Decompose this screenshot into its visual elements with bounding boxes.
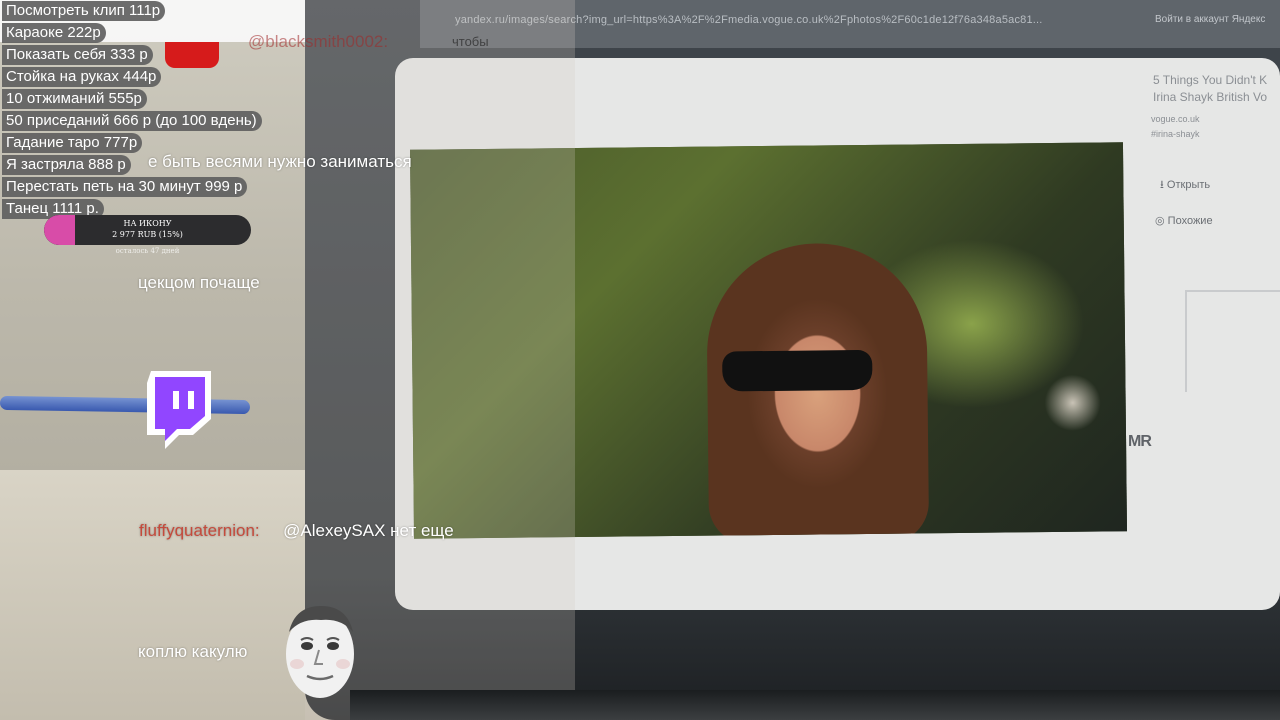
open-button: ⭳ Открыть: [1160, 179, 1211, 191]
chat-message: коплю какулю: [138, 642, 247, 662]
laptop-keyboard-edge: [350, 690, 1280, 720]
preview-title: 5 Things You Didn't K Irina Shayk Britis…: [1153, 73, 1268, 104]
red-badge: [165, 42, 219, 68]
reward-item: Гадание таро 777р: [2, 133, 143, 153]
chat-message: цекцом почаще: [138, 273, 260, 293]
twitch-glitch-icon: [147, 371, 211, 449]
chat-message-text: цекцом почаще: [138, 273, 260, 292]
chat-message-text: @AlexeySAX нет еще: [283, 521, 454, 540]
camera-background: yandex.ru/images/search?img_url=https%3A…: [0, 0, 1280, 720]
reward-item: Стойка на руках 444р: [2, 67, 162, 87]
reward-item: 50 приседаний 666 р (до 100 вдень): [2, 111, 262, 131]
preview-source: vogue.co.uk #irina-shayk: [1151, 114, 1200, 139]
faded-chat-username: @blacksmith0002:: [248, 32, 389, 51]
ad-logo: [1185, 290, 1280, 392]
chat-username: fluffyquaternion:: [139, 521, 260, 540]
download-icon: ⭳: [1160, 179, 1164, 191]
kappa-face-emote: [286, 606, 354, 698]
donation-text: НА ИКОНУ 2 977 RUB (15%): [44, 218, 251, 240]
reward-item: Показать себя 333 р: [2, 45, 153, 65]
reward-item: 10 отжиманий 555р: [2, 89, 147, 109]
camera-search-icon: ◎: [1155, 215, 1165, 227]
reward-item: Я застряла 888 р: [2, 155, 131, 175]
chat-message: fluffyquaternion: @AlexeySAX нет еще: [139, 521, 454, 541]
reward-item: Перестать петь на 30 минут 999 р: [2, 177, 248, 197]
brand-mark: MR: [1128, 433, 1152, 450]
donation-days-left: осталось 47 дней: [115, 247, 180, 255]
donation-amount: 2 977 RUB (15%): [112, 230, 183, 239]
photo-sunglasses: [722, 349, 873, 392]
faded-chat-word: чтобы: [452, 34, 489, 49]
faded-chat-message: е быть весями нужно заниматься: [148, 152, 412, 171]
donation-title: НА ИКОНУ: [123, 219, 172, 228]
reward-item: Посмотреть клип 111р: [2, 1, 166, 21]
reward-item: Караоке 222р: [2, 23, 106, 43]
donation-goal-bar: НА ИКОНУ 2 977 RUB (15%): [44, 215, 251, 245]
chat-message-text: коплю какулю: [138, 642, 248, 661]
similar-button: ◎ Похожие: [1155, 215, 1213, 227]
browser-account-text: Войти в аккаунт Яндекс: [1155, 14, 1266, 25]
